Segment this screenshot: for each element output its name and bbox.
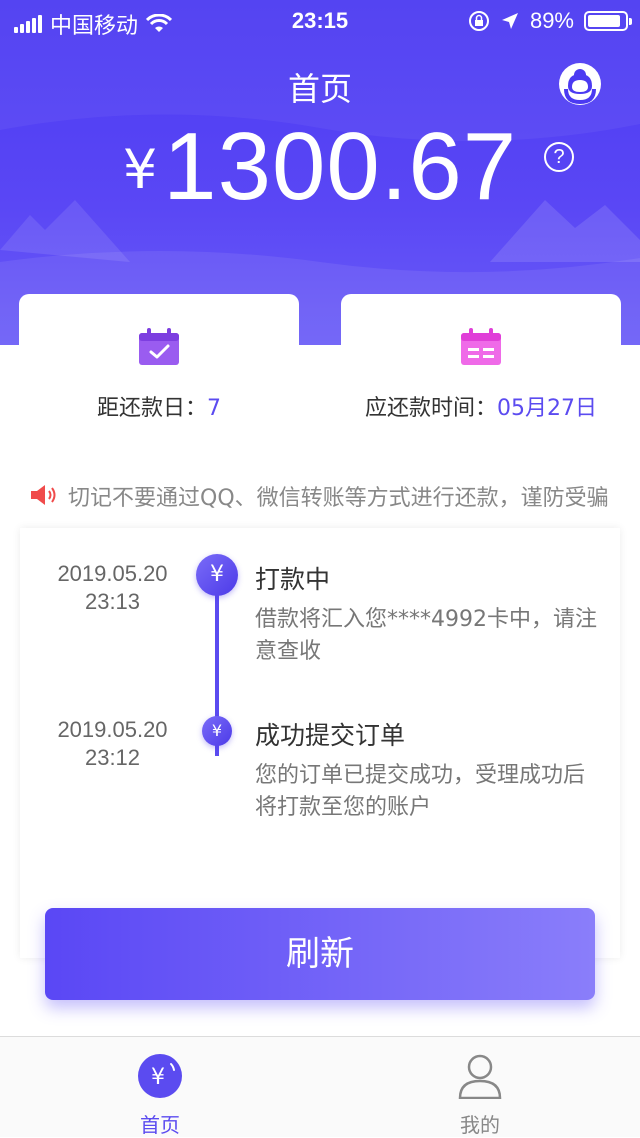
battery-percent: 89% [529, 8, 574, 33]
calendar-icon [461, 328, 501, 365]
calendar-check-icon [139, 328, 179, 365]
timeline-date: 2019.05.20 [57, 717, 168, 742]
balance-amount: ¥1300.67 [0, 112, 640, 222]
days-value: 7 [207, 396, 221, 421]
timeline-time: 23:12 [84, 745, 141, 770]
repayment-date: 应还款时间：05月27日 [321, 390, 640, 422]
page-title: 首页 [287, 70, 352, 108]
yen-dot-icon: ¥ [202, 716, 232, 746]
tab-mine-label: 我的 [460, 1113, 500, 1137]
days-until-repayment: 距还款日：7 [19, 390, 299, 422]
speaker-icon [31, 485, 56, 505]
tab-home[interactable]: ¥ 首页 [0, 1037, 320, 1137]
notice-marquee: 切记不要通过QQ、微信转账等方式进行还款，谨防受骗 [0, 470, 640, 520]
date-label: 应还款时间： [364, 396, 497, 421]
amount-value: 1300.67 [163, 113, 518, 220]
customer-service-icon[interactable] [558, 62, 602, 106]
battery-icon [584, 11, 632, 31]
help-icon[interactable]: ? [544, 142, 574, 172]
yen-dot-icon: ¥ [196, 554, 238, 596]
svg-text:¥: ¥ [151, 1065, 165, 1090]
rotation-lock-icon [468, 11, 489, 31]
timeline-date: 2019.05.20 [57, 561, 168, 586]
repayment-date-card: 应还款时间：05月27日 [341, 294, 621, 444]
notice-text: 切记不要通过QQ、微信转账等方式进行还款，谨防受骗 [68, 486, 609, 511]
timeline-desc: 您的订单已提交成功，受理成功后将打款至您的账户 [255, 763, 586, 820]
tab-home-label: 首页 [140, 1113, 180, 1137]
order-timeline: 2019.05.20 23:13 ¥ 打款中 借款将汇入您****4992卡中，… [20, 528, 620, 958]
tab-mine[interactable]: 我的 [320, 1037, 640, 1137]
status-bar: 中国移动 23:15 89% [0, 0, 640, 40]
timeline-time: 23:13 [84, 589, 141, 614]
timeline-desc: 借款将汇入您****4992卡中，请注意查收 [255, 607, 597, 664]
battery-level-fill [588, 15, 621, 27]
timeline-title: 打款中 [255, 565, 331, 594]
timeline-title: 成功提交订单 [255, 721, 406, 750]
date-value: 05月27日 [497, 396, 597, 421]
days-label: 距还款日： [96, 396, 207, 421]
location-arrow-icon [501, 13, 518, 29]
user-icon [458, 1054, 502, 1099]
refresh-button[interactable]: 刷新 [45, 908, 595, 1000]
tab-bar: ¥ 首页 我的 [0, 1036, 640, 1137]
days-until-repayment-card: 距还款日：7 [19, 294, 299, 444]
currency-symbol: ¥ [122, 138, 158, 201]
yen-coin-icon: ¥ [138, 1054, 182, 1098]
